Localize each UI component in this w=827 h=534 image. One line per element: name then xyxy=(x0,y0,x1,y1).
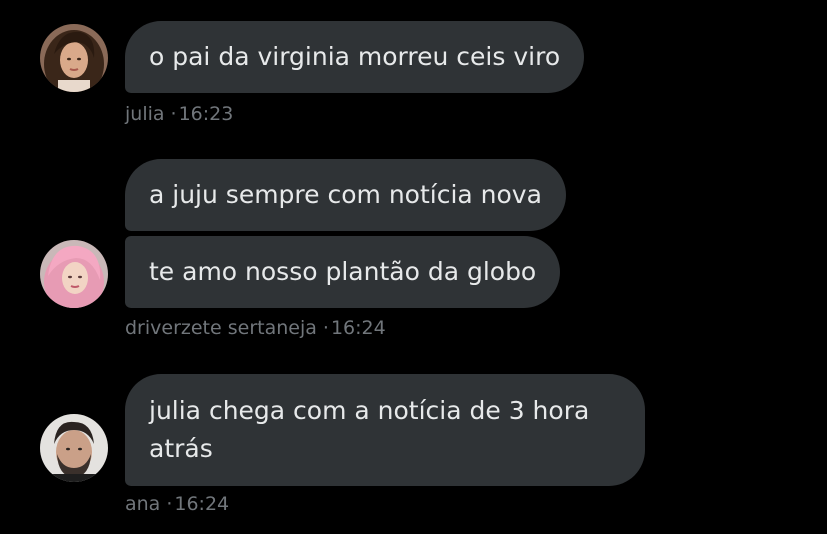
sender-name[interactable]: driverzete sertaneja xyxy=(125,317,317,339)
message-text: julia chega com a notícia de 3 hora atrá… xyxy=(149,396,590,463)
avatar-ana[interactable] xyxy=(40,414,108,482)
sender-name[interactable]: julia xyxy=(125,103,165,125)
message-meta: driverzete sertaneja · 16:24 xyxy=(125,316,386,340)
message-bubble[interactable]: o pai da virginia morreu ceis viro xyxy=(125,21,585,93)
man-beard-photo-icon xyxy=(40,414,108,482)
sender-name[interactable]: ana xyxy=(125,493,160,515)
message-meta: julia · 16:23 xyxy=(125,102,233,126)
message-text: te amo nosso plantão da globo xyxy=(149,257,537,286)
message-time: 16:24 xyxy=(174,493,230,515)
woman-dark-hair-photo-icon xyxy=(40,24,108,92)
message-bubble[interactable]: a juju sempre com notícia nova xyxy=(125,159,566,231)
meta-separator: · xyxy=(166,493,173,515)
message-bubble[interactable]: julia chega com a notícia de 3 hora atrá… xyxy=(125,374,645,486)
message-meta: ana · 16:24 xyxy=(125,492,229,516)
meta-separator: · xyxy=(170,103,177,125)
message-text: a juju sempre com notícia nova xyxy=(149,180,542,209)
woman-pink-hair-photo-icon xyxy=(40,240,108,308)
message-time: 16:24 xyxy=(330,317,386,339)
avatar-julia[interactable] xyxy=(40,24,108,92)
meta-separator: · xyxy=(322,317,329,339)
message-bubble[interactable]: te amo nosso plantão da globo xyxy=(125,236,561,308)
message-text: o pai da virginia morreu ceis viro xyxy=(149,42,561,71)
avatar-driverzete[interactable] xyxy=(40,240,108,308)
message-time: 16:23 xyxy=(178,103,234,125)
